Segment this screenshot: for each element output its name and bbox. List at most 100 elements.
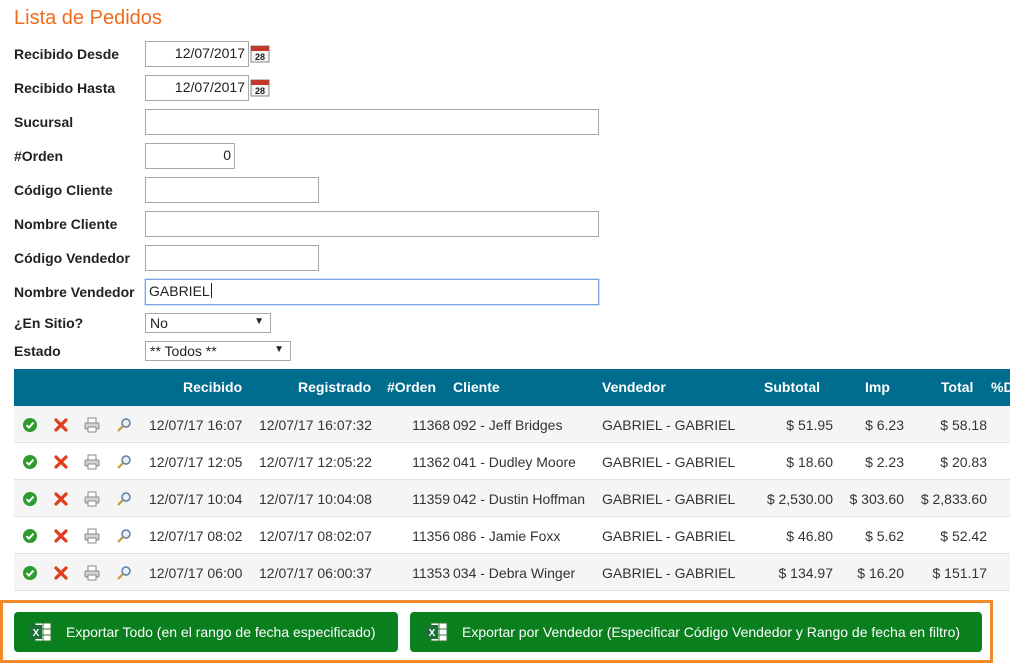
cell-registrado: 12/07/17 12:05:22	[259, 454, 372, 470]
codigo-cliente-label: Código Cliente	[14, 182, 113, 198]
cell-imp: $ 303.60	[849, 491, 905, 507]
cell-total: $ 151.17	[932, 565, 988, 581]
cell-cliente: 042 - Dustin Hoffman	[453, 491, 586, 507]
check-icon[interactable]	[22, 417, 38, 433]
cell-subtotal: $ 2,530.00	[766, 491, 833, 507]
check-icon[interactable]	[22, 565, 38, 581]
cell-recibido: 12/07/17 10:04	[149, 491, 243, 507]
cell-recibido: 12/07/17 08:02	[149, 528, 243, 544]
cell-subtotal: $ 51.95	[786, 417, 833, 433]
estado-label: Estado	[14, 343, 61, 359]
cell-recibido: 12/07/17 12:05	[149, 454, 243, 470]
check-icon[interactable]	[22, 491, 38, 507]
codigo-vendedor-input[interactable]	[145, 245, 319, 271]
col-imp[interactable]: Imp	[865, 379, 890, 395]
col-vendedor[interactable]: Vendedor	[602, 379, 666, 395]
delete-icon[interactable]	[53, 565, 69, 581]
check-icon[interactable]	[22, 528, 38, 544]
search-icon[interactable]	[116, 491, 132, 507]
codigo-cliente-input[interactable]	[145, 177, 319, 203]
cell-orden: 11359	[412, 491, 450, 507]
nombre-cliente-label: Nombre Cliente	[14, 216, 118, 232]
svg-text:28: 28	[255, 86, 265, 96]
col-pct-descuento[interactable]: %D	[991, 379, 1010, 395]
col-orden[interactable]: #Orden	[387, 379, 436, 395]
cell-vendedor: GABRIEL - GABRIEL	[602, 417, 736, 433]
cell-imp: $ 2.23	[865, 454, 904, 470]
export-all-label: Exportar Todo (en el rango de fecha espe…	[66, 624, 376, 640]
print-icon[interactable]	[84, 454, 100, 470]
cell-vendedor: GABRIEL - GABRIEL	[602, 565, 736, 581]
sucursal-input[interactable]	[145, 109, 599, 135]
cell-orden: 11356	[412, 528, 450, 544]
table-row: 12/07/17 08:02 12/07/17 08:02:07 11356 086 …	[14, 517, 1010, 554]
orders-table: Recibido Registrado #Orden Cliente Vende…	[14, 369, 1010, 591]
recibido-desde-label: Recibido Desde	[14, 46, 120, 62]
cell-vendedor: GABRIEL - GABRIEL	[602, 454, 736, 470]
print-icon[interactable]	[84, 417, 100, 433]
svg-text:X: X	[33, 628, 40, 639]
calendar-icon[interactable]: 28	[250, 78, 270, 97]
col-registrado[interactable]: Registrado	[298, 379, 371, 395]
excel-icon: X	[426, 622, 448, 642]
recibido-desde-input[interactable]: 12/07/2017	[145, 41, 249, 67]
estado-select[interactable]: ** Todos ** ▼	[145, 341, 291, 361]
col-total[interactable]: Total	[941, 379, 973, 395]
en-sitio-select[interactable]: No ▼	[145, 313, 271, 333]
nombre-vendedor-label: Nombre Vendedor	[14, 284, 135, 300]
print-icon[interactable]	[84, 528, 100, 544]
calendar-icon[interactable]: 28	[250, 44, 270, 63]
cell-orden: 11353	[412, 565, 450, 581]
cell-vendedor: GABRIEL - GABRIEL	[602, 528, 736, 544]
nombre-vendedor-input[interactable]: GABRIEL	[145, 279, 599, 305]
col-cliente[interactable]: Cliente	[453, 379, 500, 395]
cell-subtotal: $ 46.80	[786, 528, 833, 544]
cell-vendedor: GABRIEL - GABRIEL	[602, 491, 736, 507]
table-header: Recibido Registrado #Orden Cliente Vende…	[14, 369, 1010, 406]
delete-icon[interactable]	[53, 528, 69, 544]
cell-total: $ 52.42	[940, 528, 987, 544]
table-row: 12/07/17 10:04 12/07/17 10:04:08 11359 042 …	[14, 480, 1010, 517]
print-icon[interactable]	[84, 565, 100, 581]
export-section: X Exportar Todo (en el rango de fecha es…	[0, 600, 993, 663]
search-icon[interactable]	[116, 565, 132, 581]
cell-registrado: 12/07/17 10:04:08	[259, 491, 372, 507]
search-icon[interactable]	[116, 454, 132, 470]
check-icon[interactable]	[22, 454, 38, 470]
export-by-vendor-button[interactable]: X Exportar por Vendedor (Especificar Cód…	[410, 612, 982, 652]
delete-icon[interactable]	[53, 454, 69, 470]
nombre-cliente-input[interactable]	[145, 211, 599, 237]
dropdown-arrow-icon: ▼	[274, 344, 284, 355]
search-icon[interactable]	[116, 417, 132, 433]
delete-icon[interactable]	[53, 417, 69, 433]
codigo-vendedor-label: Código Vendedor	[14, 250, 130, 266]
print-icon[interactable]	[84, 491, 100, 507]
orden-input[interactable]: 0	[145, 143, 235, 169]
col-recibido[interactable]: Recibido	[183, 379, 242, 395]
page-title: Lista de Pedidos	[14, 7, 162, 29]
svg-text:X: X	[429, 628, 436, 639]
cell-imp: $ 6.23	[865, 417, 904, 433]
cell-imp: $ 5.62	[865, 528, 904, 544]
cell-orden: 11362	[412, 454, 450, 470]
cell-registrado: 12/07/17 08:02:07	[259, 528, 372, 544]
table-row: 12/07/17 16:07 12/07/17 16:07:32 11368 092 …	[14, 406, 1010, 443]
nombre-vendedor-value: GABRIEL	[149, 283, 210, 299]
delete-icon[interactable]	[53, 491, 69, 507]
cell-registrado: 12/07/17 16:07:32	[259, 417, 372, 433]
cell-subtotal: $ 18.60	[786, 454, 833, 470]
cell-orden: 11368	[412, 417, 450, 433]
cell-total: $ 2,833.60	[920, 491, 987, 507]
cell-cliente: 034 - Debra Winger	[453, 565, 576, 581]
en-sitio-label: ¿En Sitio?	[14, 315, 84, 331]
recibido-hasta-input[interactable]: 12/07/2017	[145, 75, 249, 101]
cell-imp: $ 16.20	[857, 565, 904, 581]
cell-subtotal: $ 134.97	[778, 565, 834, 581]
table-row: 12/07/17 06:00 12/07/17 06:00:37 11353 034 …	[14, 554, 1010, 591]
col-subtotal[interactable]: Subtotal	[764, 379, 820, 395]
dropdown-arrow-icon: ▼	[254, 316, 264, 327]
search-icon[interactable]	[116, 528, 132, 544]
en-sitio-value: No	[150, 315, 168, 331]
cell-total: $ 58.18	[940, 417, 987, 433]
export-all-button[interactable]: X Exportar Todo (en el rango de fecha es…	[14, 612, 398, 652]
